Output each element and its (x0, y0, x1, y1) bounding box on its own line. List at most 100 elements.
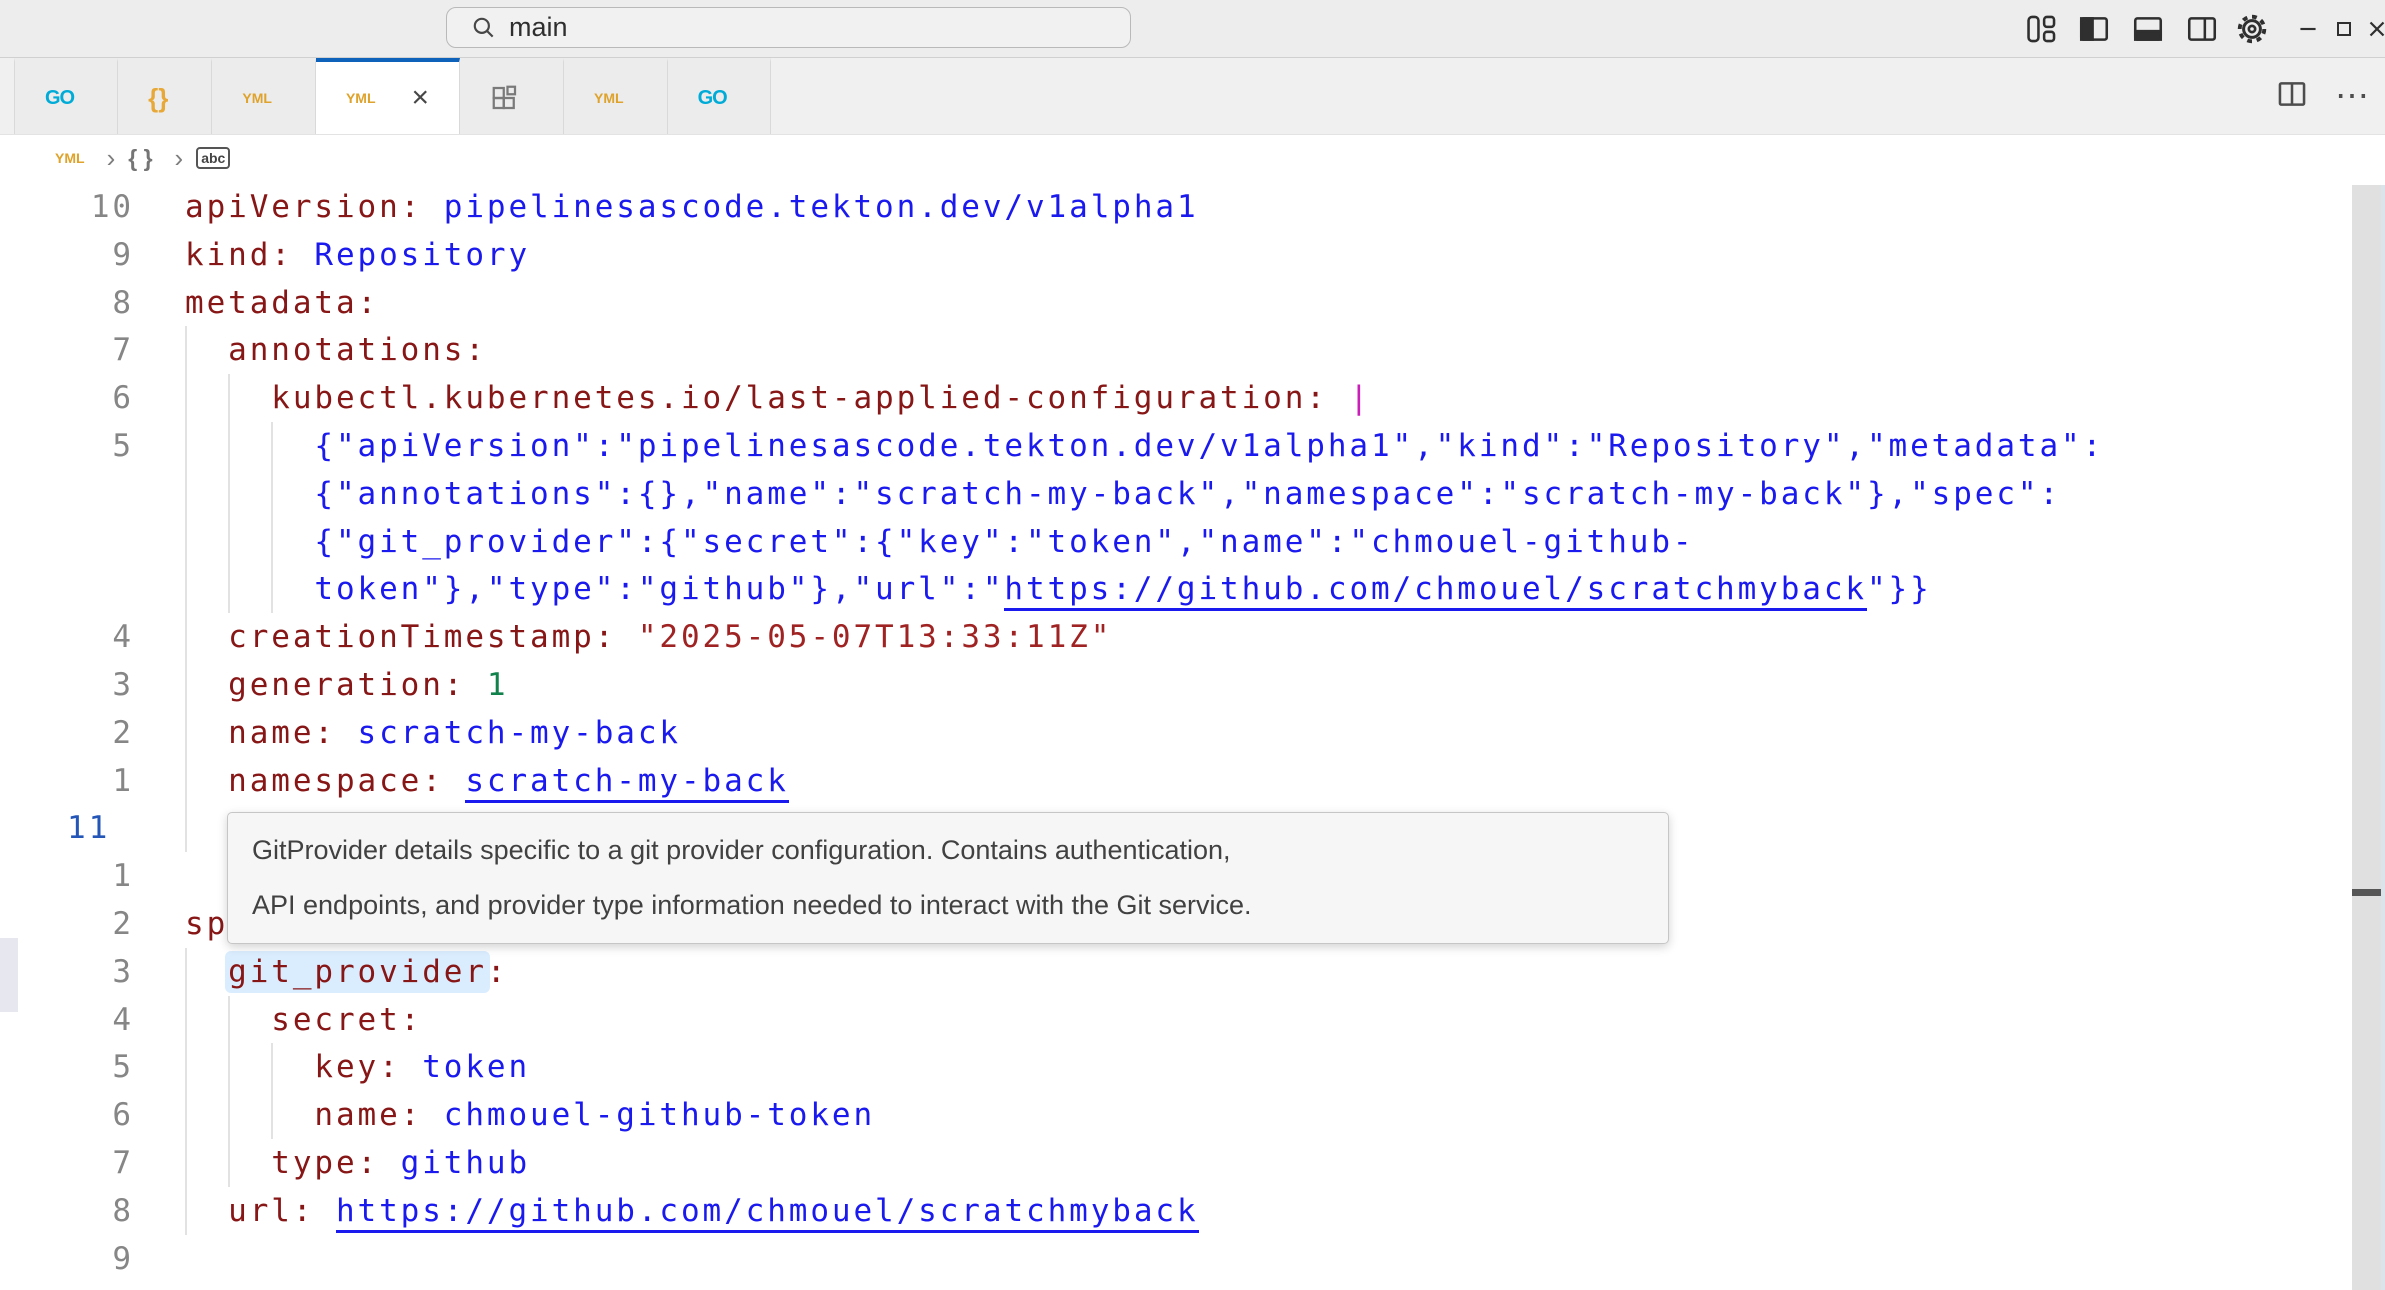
toggle-primary-sidebar-button[interactable] (2074, 9, 2114, 49)
code-link[interactable]: scratch-my-back (465, 763, 788, 803)
yaml-file-icon: YML (242, 91, 272, 105)
code-token: token"},"type":"github"},"url":" (185, 571, 1004, 607)
settings-button[interactable] (2232, 9, 2272, 49)
tab-linter.yaml[interactable]: YML (564, 58, 668, 134)
code-token: : (487, 954, 509, 990)
line-number: 8 (0, 279, 134, 327)
code-line[interactable]: 10apiVersion: pipelinesascode.tekton.dev… (0, 183, 2385, 231)
code-token: {"git_provider":{"secret":{"key":"token"… (185, 524, 1694, 560)
toggle-secondary-sidebar-button[interactable] (2182, 9, 2222, 49)
code-line[interactable]: 5 {"apiVersion":"pipelinesascode.tekton.… (0, 422, 2385, 470)
line-number: 7 (0, 326, 134, 374)
vscode-window: { "titlebar": { "command_center": { "ico… (0, 0, 2385, 1290)
code-token: type: (185, 1145, 379, 1181)
code-text: type: github (185, 1139, 530, 1187)
code-text: url: https://github.com/chmouel/scratchm… (185, 1187, 1199, 1235)
yaml-file-icon: YML (346, 91, 376, 105)
line-number: 2 (0, 900, 134, 948)
code-token: pipelinesascode.tekton.dev/v1alpha1 (444, 189, 1199, 225)
code-token: url: (185, 1193, 314, 1229)
code-line[interactable]: 9kind: Repository (0, 231, 2385, 279)
close-icon[interactable]: × (412, 83, 430, 113)
yaml-file-icon: YML (594, 91, 624, 105)
code-text: name: scratch-my-back (185, 709, 681, 757)
left-edge-decoration (0, 938, 18, 1012)
toggle-panel-button[interactable] (2128, 9, 2168, 49)
code-text: {"apiVersion":"pipelinesascode.tekton.de… (185, 422, 2104, 470)
code-line[interactable]: 8 url: https://github.com/chmouel/scratc… (0, 1187, 2385, 1235)
code-line[interactable]: 4 secret: (0, 996, 2385, 1044)
code-link[interactable]: https://github.com/chmouel/scratchmyback (336, 1193, 1199, 1233)
breadcrumb-item[interactable]: YML (55, 151, 94, 165)
code-text: metadata: (185, 279, 379, 327)
tab-repository.yaml[interactable]: YML (212, 58, 316, 134)
braces-icon: { } (128, 145, 152, 172)
code-token: "2025-05-07T13:33:11Z" (638, 619, 1112, 655)
code-text: annotations: (185, 326, 487, 374)
code-line[interactable]: {"git_provider":{"secret":{"key":"token"… (0, 518, 2385, 566)
code-line[interactable]: 1 namespace: scratch-my-back (0, 757, 2385, 805)
breadcrumb-separator: › (173, 143, 186, 174)
yaml-file-icon: YML (55, 151, 85, 165)
go-file-icon: GO (45, 88, 74, 108)
code-link[interactable]: https://github.com/chmouel/scratchmyback (1004, 571, 1867, 611)
tab-repo-scratch-my-back.yaml[interactable]: YML × (316, 58, 460, 134)
code-text: apiVersion: pipelinesascode.tekton.dev/v… (185, 183, 1199, 231)
breadcrumb-item[interactable]: { } (128, 145, 161, 172)
breadcrumb-item[interactable]: abc (196, 147, 239, 170)
code-line[interactable]: {"annotations":{},"name":"scratch-my-bac… (0, 470, 2385, 518)
code-line[interactable]: 5 key: token (0, 1043, 2385, 1091)
code-text: creationTimestamp: "2025-05-07T13:33:11Z… (185, 613, 1112, 661)
code-line[interactable]: 7 annotations: (0, 326, 2385, 374)
line-number: 4 (0, 996, 134, 1044)
command-center-value: main (509, 12, 568, 43)
line-number: 7 (0, 1139, 134, 1187)
code-line[interactable]: 2 name: scratch-my-back (0, 709, 2385, 757)
split-editor-icon[interactable] (2275, 77, 2309, 116)
code-line[interactable]: 7 type: github (0, 1139, 2385, 1187)
code-line[interactable]: 4 creationTimestamp: "2025-05-07T13:33:1… (0, 613, 2385, 661)
hover-tooltip: GitProvider details specific to a git pr… (227, 812, 1669, 944)
tab-extension-kubernetes[interactable] (460, 58, 564, 134)
line-number: 5 (0, 422, 134, 470)
code-token: scratch-my-back (358, 715, 681, 751)
code-token (401, 1049, 423, 1085)
code-token (336, 715, 358, 751)
code-line[interactable]: 6 kubectl.kubernetes.io/last-applied-con… (0, 374, 2385, 422)
customize-layout-button[interactable] (2022, 9, 2062, 49)
code-token: {"apiVersion":"pipelinesascode.tekton.de… (185, 428, 2104, 464)
code-token: github (401, 1145, 530, 1181)
line-number: 3 (0, 661, 134, 709)
tab-types.go[interactable]: GO (14, 58, 118, 134)
overview-ruler (2381, 185, 2385, 1290)
breadcrumb: YML›{ }›abc (0, 135, 2385, 181)
code-token: token (422, 1049, 530, 1085)
code-text: token"},"type":"github"},"url":"https://… (185, 565, 1932, 613)
tab-gitlab.go[interactable]: GO (668, 58, 771, 134)
line-number: 9 (0, 231, 134, 279)
scrollbar-cursor-marker (2352, 889, 2381, 896)
command-center[interactable]: main (446, 7, 1131, 48)
code-line[interactable]: 9 (0, 1235, 2385, 1283)
tooltip-line: GitProvider details specific to a git pr… (252, 823, 1644, 878)
code-token: {"annotations":{},"name":"scratch-my-bac… (185, 476, 2061, 512)
minimize-button[interactable] (2288, 9, 2328, 49)
more-actions-icon[interactable]: ⋯ (2335, 76, 2371, 116)
editor-pane[interactable]: 10apiVersion: pipelinesascode.tekton.dev… (0, 181, 2385, 1290)
close-button[interactable] (2357, 9, 2385, 49)
code-text: namespace: scratch-my-back (185, 757, 789, 805)
tab-index.json[interactable]: {} (118, 58, 212, 134)
code-text: key: token (185, 1043, 530, 1091)
code-line[interactable]: 6 name: chmouel-github-token (0, 1091, 2385, 1139)
code-token: "}} (1867, 571, 1932, 607)
vertical-scrollbar[interactable] (2352, 185, 2381, 1290)
go-file-icon: GO (698, 88, 727, 108)
code-line[interactable]: 3 generation: 1 (0, 661, 2385, 709)
line-number: 8 (0, 1187, 134, 1235)
abc-symbol-icon: abc (196, 147, 230, 170)
code-line[interactable]: 3 git_provider: (0, 948, 2385, 996)
code-line[interactable]: token"},"type":"github"},"url":"https://… (0, 565, 2385, 613)
code-token: chmouel-github-token (444, 1097, 875, 1133)
code-line[interactable]: 8 metadata: (0, 279, 2385, 327)
code-text: name: chmouel-github-token (185, 1091, 875, 1139)
